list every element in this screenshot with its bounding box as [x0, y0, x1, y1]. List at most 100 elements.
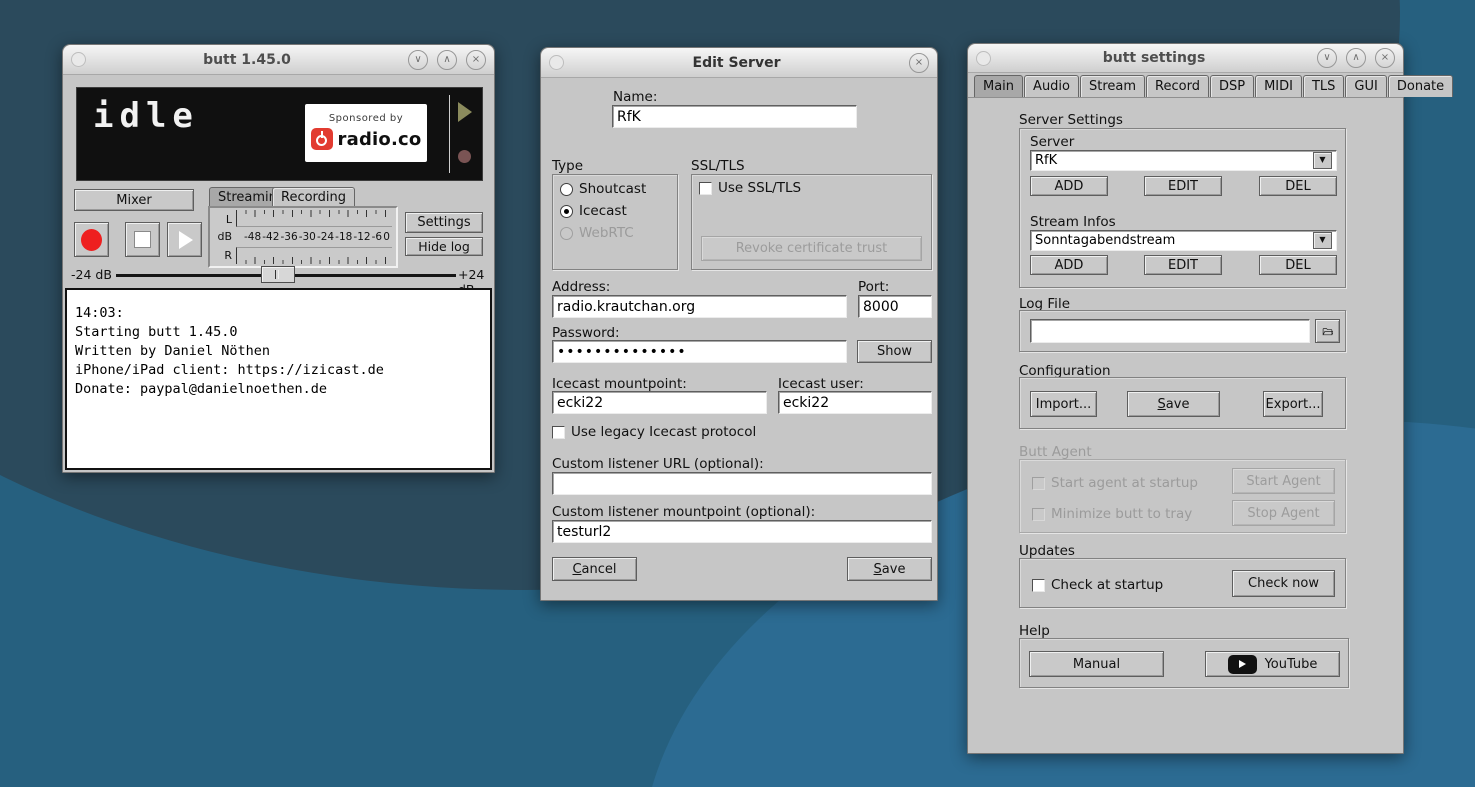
shade-icon[interactable]: ∨ [408, 50, 428, 70]
checkbox-disabled-icon [1032, 477, 1045, 490]
mountpoint-label: Icecast mountpoint: [552, 376, 687, 392]
record-button[interactable] [74, 222, 109, 257]
start-agent-checkbox: Start agent at startup [1032, 475, 1198, 491]
tab-recording[interactable]: Recording [272, 187, 355, 206]
chevron-down-icon[interactable]: ▼ [1313, 152, 1332, 169]
unshade-icon[interactable]: ∧ [1346, 48, 1366, 68]
settings-tab-bar: Main Audio Stream Record DSP MIDI TLS GU… [968, 73, 1403, 97]
listener-url-input[interactable] [552, 472, 932, 495]
edit-server-titlebar[interactable]: Edit Server × [541, 48, 937, 78]
legacy-protocol-checkbox[interactable]: Use legacy Icecast protocol [552, 424, 756, 440]
stream-status-play-icon [458, 102, 472, 122]
radio-icecast[interactable]: Icecast [560, 203, 627, 219]
mixer-button[interactable]: Mixer [74, 189, 194, 211]
record-icon [81, 229, 102, 251]
checkbox-disabled-icon [1032, 508, 1045, 521]
ssl-label: SSL/TLS [691, 158, 745, 174]
butt-agent-label: Butt Agent [1019, 444, 1092, 460]
shade-icon[interactable]: ∨ [1317, 48, 1337, 68]
play-button[interactable] [167, 222, 202, 257]
tab-dsp[interactable]: DSP [1210, 75, 1254, 97]
checkbox-icon [1032, 579, 1045, 592]
manual-button[interactable]: Manual [1029, 651, 1164, 677]
tab-record[interactable]: Record [1146, 75, 1209, 97]
type-label: Type [552, 158, 583, 174]
chevron-down-icon[interactable]: ▼ [1313, 232, 1332, 249]
stream-edit-button[interactable]: EDIT [1144, 255, 1222, 275]
tab-content-divider [968, 97, 1403, 98]
sponsor-banner[interactable]: Sponsored by radio.co [305, 104, 427, 162]
hide-log-button[interactable]: Hide log [405, 237, 483, 256]
vu-scale: -48-42-36-30-24-18-12-60 [236, 227, 392, 247]
unshade-icon[interactable]: ∧ [437, 50, 457, 70]
stream-del-button[interactable]: DEL [1259, 255, 1337, 275]
stream-infos-select[interactable]: Sonntagabendstream ▼ [1030, 230, 1337, 251]
server-select[interactable]: RfK ▼ [1030, 150, 1337, 171]
tab-tls[interactable]: TLS [1303, 75, 1344, 97]
radio-webrtc: WebRTC [560, 225, 634, 241]
port-label: Port: [858, 279, 889, 295]
gain-slider-handle[interactable] [261, 266, 295, 283]
status-display: idle Sponsored by radio.co [76, 87, 483, 181]
listener-mountpoint-input[interactable] [552, 520, 932, 543]
log-file-input[interactable] [1030, 319, 1310, 343]
youtube-button[interactable]: YouTube [1205, 651, 1340, 677]
check-at-startup-checkbox[interactable]: Check at startup [1032, 577, 1163, 593]
start-agent-button: Start Agent [1232, 468, 1335, 494]
vu-right-channel-ticks [236, 247, 392, 264]
cancel-button[interactable]: Cancel [552, 557, 637, 581]
config-save-button[interactable]: Save [1127, 391, 1220, 417]
main-window-titlebar[interactable]: butt 1.45.0 ∨ ∧ × [63, 45, 494, 75]
port-input[interactable] [858, 295, 932, 318]
stop-button[interactable] [125, 222, 160, 257]
name-input[interactable] [612, 105, 857, 128]
use-ssl-checkbox[interactable]: Use SSL/TLS [699, 180, 801, 196]
log-line: 14:03: [75, 304, 482, 323]
radio-shoutcast[interactable]: Shoutcast [560, 181, 646, 197]
window-icon [549, 55, 564, 70]
record-status-led-icon [458, 150, 471, 163]
mountpoint-input[interactable] [552, 391, 767, 414]
folder-icon [1322, 325, 1333, 338]
server-settings-group: Server RfK ▼ ADD EDIT DEL Stream Infos S… [1019, 128, 1346, 288]
import-button[interactable]: Import... [1030, 391, 1097, 417]
settings-titlebar[interactable]: butt settings ∨ ∧ × [968, 44, 1403, 73]
minimize-to-tray-checkbox: Minimize butt to tray [1032, 506, 1192, 522]
gain-min-label: -24 dB [71, 267, 112, 282]
tab-midi[interactable]: MIDI [1255, 75, 1302, 97]
password-input[interactable] [552, 340, 847, 363]
close-icon[interactable]: × [1375, 48, 1395, 68]
stream-add-button[interactable]: ADD [1030, 255, 1108, 275]
server-edit-button[interactable]: EDIT [1144, 176, 1222, 196]
butt-agent-group: Start agent at startup Start Agent Minim… [1019, 459, 1346, 533]
status-text: idle [93, 96, 199, 136]
tab-main[interactable]: Main [974, 75, 1023, 97]
tab-audio[interactable]: Audio [1024, 75, 1079, 97]
log-line: iPhone/iPad client: https://izicast.de [75, 361, 482, 380]
edit-server-dialog: Edit Server × Name: Type Shoutcast Iceca… [540, 47, 938, 601]
log-file-browse-button[interactable] [1315, 319, 1340, 343]
save-button[interactable]: Save [847, 557, 932, 581]
close-icon[interactable]: × [466, 50, 486, 70]
tab-gui[interactable]: GUI [1345, 75, 1386, 97]
stream-infos-label: Stream Infos [1030, 214, 1116, 230]
vu-left-channel-ticks [236, 210, 392, 227]
listener-url-label: Custom listener URL (optional): [552, 456, 764, 472]
server-del-button[interactable]: DEL [1259, 176, 1337, 196]
window-icon [71, 52, 86, 67]
close-icon[interactable]: × [909, 53, 929, 73]
tab-stream[interactable]: Stream [1080, 75, 1145, 97]
address-input[interactable] [552, 295, 847, 318]
sponsor-brand: radio.co [338, 129, 422, 150]
desktop: butt 1.45.0 ∨ ∧ × idle Sponsored by radi… [0, 0, 1475, 787]
export-button[interactable]: Export... [1263, 391, 1323, 417]
check-now-button[interactable]: Check now [1232, 570, 1335, 597]
tab-donate[interactable]: Donate [1388, 75, 1453, 97]
checkbox-icon [552, 426, 565, 439]
updates-label: Updates [1019, 543, 1075, 559]
show-password-button[interactable]: Show [857, 340, 932, 363]
icecast-user-input[interactable] [778, 391, 932, 414]
server-add-button[interactable]: ADD [1030, 176, 1108, 196]
settings-button[interactable]: Settings [405, 212, 483, 233]
radio-disabled-icon [560, 227, 573, 240]
